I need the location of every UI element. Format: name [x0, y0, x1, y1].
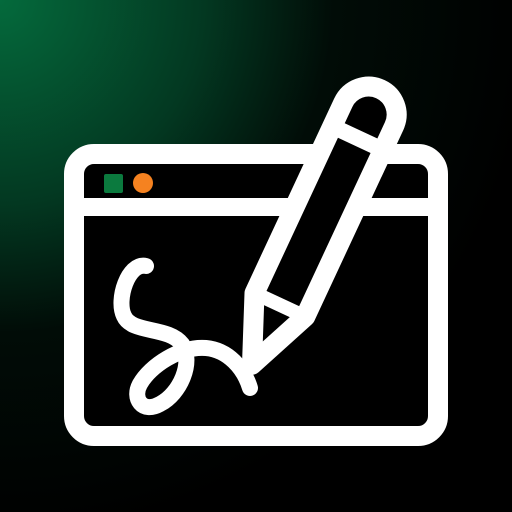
icon-artwork: [0, 0, 512, 512]
window-dot-green: [104, 174, 123, 193]
signature-app-icon: [0, 0, 512, 512]
window-dot-orange: [133, 173, 153, 193]
